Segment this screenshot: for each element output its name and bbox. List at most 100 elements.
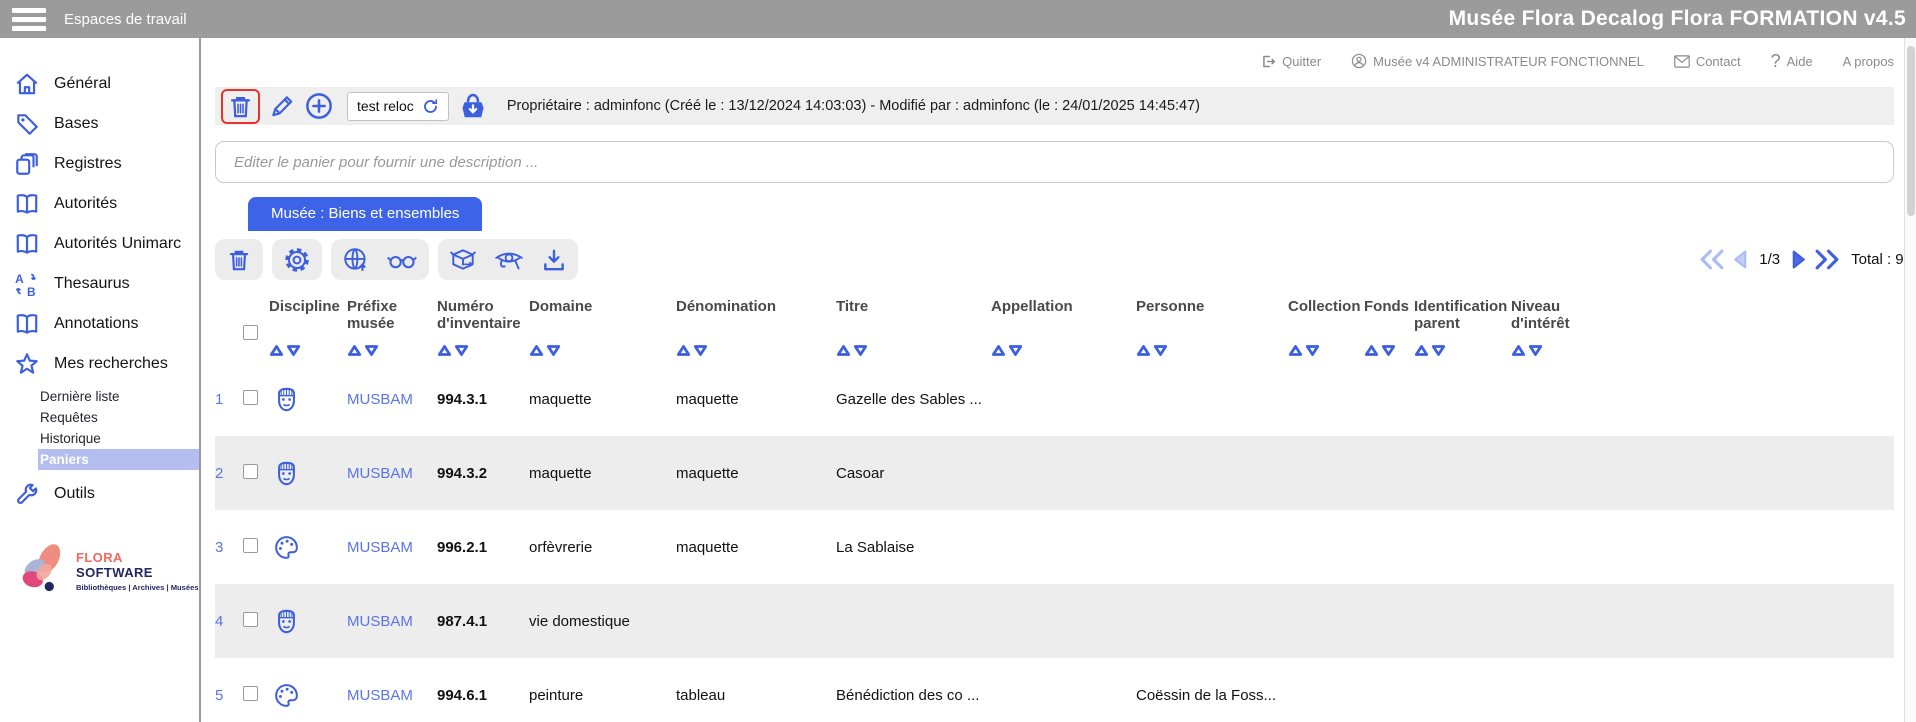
sidebar-item-registres[interactable]: Registres bbox=[0, 144, 199, 184]
sidebar-item-general[interactable]: Général bbox=[0, 64, 199, 104]
basket-icon[interactable] bbox=[458, 91, 488, 121]
sort-arrows[interactable] bbox=[1288, 344, 1320, 357]
scrollbar[interactable] bbox=[1904, 38, 1916, 722]
sidebar: Général Bases Registres Autorités Autori… bbox=[0, 38, 201, 722]
butterfly-logo-icon bbox=[10, 540, 72, 602]
list-controls-row: 1/3 Total : 96 bbox=[215, 239, 1894, 280]
table-row: 3MUSBAM996.2.1orfèvreriemaquetteLa Sabla… bbox=[215, 510, 1894, 584]
mail-icon bbox=[1674, 55, 1690, 68]
domaine-cell: maquette bbox=[529, 465, 676, 482]
add-basket-icon[interactable] bbox=[304, 91, 334, 121]
sidebar-subitem-historique[interactable]: Historique bbox=[0, 428, 199, 449]
column-header: Identification parent bbox=[1414, 298, 1511, 340]
last-page-icon[interactable] bbox=[1814, 249, 1841, 270]
sidebar-item-autorites[interactable]: Autorités bbox=[0, 184, 199, 224]
select-all-checkbox[interactable] bbox=[243, 325, 258, 340]
main-content: Quitter Musée v4 ADMINISTRATEUR FONCTION… bbox=[201, 38, 1904, 722]
export-view-download-button-group[interactable] bbox=[438, 239, 578, 280]
sidebar-subitem-paniers[interactable]: Paniers bbox=[38, 449, 199, 470]
sidebar-item-thesaurus[interactable]: AB Thesaurus bbox=[0, 264, 199, 304]
sidebar-item-bases[interactable]: Bases bbox=[0, 104, 199, 144]
trash-icon bbox=[226, 247, 252, 273]
row-number-link[interactable]: 3 bbox=[215, 539, 223, 556]
sort-arrows[interactable] bbox=[676, 344, 708, 357]
edit-pencil-icon[interactable] bbox=[269, 93, 295, 119]
row-number-link[interactable]: 2 bbox=[215, 465, 223, 482]
sidebar-item-autorites-unimarc[interactable]: Autorités Unimarc bbox=[0, 224, 199, 264]
sort-arrows[interactable] bbox=[991, 344, 1023, 357]
sort-arrows[interactable] bbox=[269, 344, 301, 357]
row-checkbox[interactable] bbox=[243, 390, 258, 405]
publish-view-button-group[interactable] bbox=[331, 239, 429, 280]
basket-toolbar: test reloc Propriétaire : adminfonc (Cré… bbox=[215, 87, 1894, 125]
row-number-link[interactable]: 4 bbox=[215, 613, 223, 630]
tab-musee-biens-ensembles[interactable]: Musée : Biens et ensembles bbox=[248, 197, 482, 231]
delete-basket-button[interactable] bbox=[221, 89, 260, 124]
column-header: Fonds bbox=[1364, 298, 1414, 340]
row-checkbox[interactable] bbox=[243, 686, 258, 701]
sidebar-item-annotations[interactable]: Annotations bbox=[0, 304, 199, 344]
prev-page-icon[interactable] bbox=[1730, 249, 1751, 270]
top-bar: Espaces de travail Musée Flora Decalog F… bbox=[0, 0, 1916, 38]
globe-upload-icon bbox=[342, 246, 370, 274]
about-link[interactable]: A propos bbox=[1843, 54, 1894, 69]
contact-link[interactable]: Contact bbox=[1674, 54, 1741, 69]
denomination-cell: maquette bbox=[676, 465, 836, 482]
table-row: 2MUSBAM994.3.2maquettemaquetteCasoar bbox=[215, 436, 1894, 510]
user-links-row: Quitter Musée v4 ADMINISTRATEUR FONCTION… bbox=[215, 47, 1894, 75]
palette-icon bbox=[269, 682, 347, 709]
prefix-link[interactable]: MUSBAM bbox=[347, 687, 413, 704]
row-number-link[interactable]: 5 bbox=[215, 687, 223, 704]
svg-text:B: B bbox=[27, 285, 36, 297]
flora-software-logo: FLORA SOFTWARE Bibliothèques | Archives … bbox=[10, 540, 199, 602]
glasses-icon bbox=[386, 248, 418, 272]
first-page-icon[interactable] bbox=[1698, 249, 1725, 270]
hamburger-menu-icon[interactable] bbox=[12, 4, 46, 35]
sort-arrows[interactable] bbox=[1364, 344, 1396, 357]
eye-of-horus-icon bbox=[493, 247, 525, 273]
sort-arrows[interactable] bbox=[529, 344, 561, 357]
current-user-link[interactable]: Musée v4 ADMINISTRATEUR FONCTIONNEL bbox=[1351, 53, 1644, 69]
basket-name-box[interactable]: test reloc bbox=[347, 92, 449, 121]
next-page-icon[interactable] bbox=[1788, 249, 1809, 270]
mask-icon bbox=[269, 460, 347, 487]
sidebar-subitem-derniere-liste[interactable]: Dernière liste bbox=[0, 386, 199, 407]
prefix-link[interactable]: MUSBAM bbox=[347, 539, 413, 556]
prefix-link[interactable]: MUSBAM bbox=[347, 391, 413, 408]
open-book-icon bbox=[14, 311, 40, 337]
sort-arrows[interactable] bbox=[437, 344, 469, 357]
exit-icon bbox=[1261, 54, 1276, 69]
sort-arrows[interactable] bbox=[1511, 344, 1543, 357]
quit-link[interactable]: Quitter bbox=[1261, 54, 1321, 69]
sort-arrows[interactable] bbox=[836, 344, 868, 357]
sidebar-item-outils[interactable]: Outils bbox=[0, 474, 199, 514]
star-icon bbox=[14, 351, 40, 377]
prefix-link[interactable]: MUSBAM bbox=[347, 465, 413, 482]
sidebar-item-mes-recherches[interactable]: Mes recherches bbox=[0, 344, 199, 384]
sort-arrows[interactable] bbox=[1136, 344, 1168, 357]
row-checkbox[interactable] bbox=[243, 612, 258, 627]
basket-description-input[interactable] bbox=[215, 141, 1894, 183]
table-body: 1MUSBAM994.3.1maquettemaquetteGazelle de… bbox=[215, 362, 1894, 722]
column-header: Discipline bbox=[269, 298, 347, 340]
help-link[interactable]: ? Aide bbox=[1771, 51, 1813, 72]
column-header: Personne bbox=[1136, 298, 1288, 340]
refresh-icon[interactable] bbox=[422, 98, 439, 115]
basket-name: test reloc bbox=[357, 98, 414, 114]
registers-icon bbox=[14, 151, 40, 177]
column-header: Numéro d'inventaire bbox=[437, 298, 529, 340]
sort-arrows[interactable] bbox=[347, 344, 379, 357]
tag-icon bbox=[14, 111, 40, 137]
sort-arrows[interactable] bbox=[1414, 344, 1446, 357]
row-checkbox[interactable] bbox=[243, 464, 258, 479]
sidebar-subitem-requetes[interactable]: Requêtes bbox=[0, 407, 199, 428]
scrollbar-thumb[interactable] bbox=[1907, 46, 1915, 216]
row-checkbox[interactable] bbox=[243, 538, 258, 553]
open-book-icon bbox=[14, 191, 40, 217]
settings-button[interactable] bbox=[272, 239, 322, 280]
row-number-link[interactable]: 1 bbox=[215, 391, 223, 408]
question-icon: ? bbox=[1771, 51, 1781, 72]
inventory-number: 994.6.1 bbox=[437, 687, 529, 704]
delete-selection-button[interactable] bbox=[215, 239, 263, 280]
prefix-link[interactable]: MUSBAM bbox=[347, 613, 413, 630]
